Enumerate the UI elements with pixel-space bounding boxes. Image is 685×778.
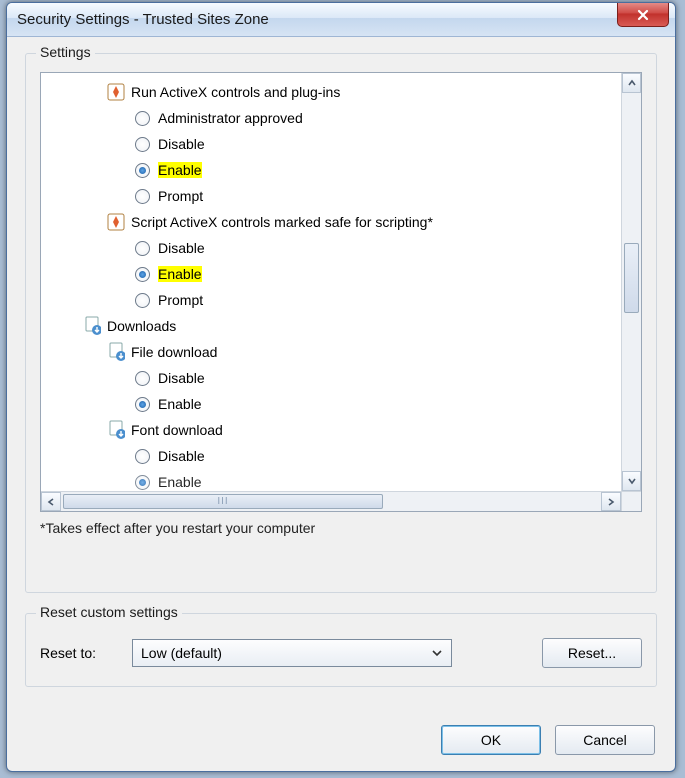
radio-icon-selected <box>135 163 150 178</box>
settings-tree-content: Run ActiveX controls and plug-ins Admini… <box>41 73 621 491</box>
option-label: Disable <box>158 240 205 256</box>
option-label: Administrator approved <box>158 110 303 126</box>
option-label: Enable <box>158 396 202 412</box>
radio-icon <box>135 371 150 386</box>
reset-group-legend: Reset custom settings <box>36 604 182 620</box>
radio-icon <box>135 449 150 464</box>
category-label: Script ActiveX controls marked safe for … <box>131 214 433 230</box>
option-script-activex-enable[interactable]: Enable <box>45 261 617 287</box>
option-label: Enable <box>158 162 202 178</box>
client-area: Settings Run ActiveX controls and plug-i… <box>7 37 675 771</box>
chevron-right-icon <box>606 497 616 507</box>
option-label: Disable <box>158 136 205 152</box>
button-label: Reset... <box>568 645 616 661</box>
option-script-activex-disable[interactable]: Disable <box>45 235 617 261</box>
scroll-thumb[interactable]: III <box>63 494 383 509</box>
option-font-download-disable[interactable]: Disable <box>45 443 617 469</box>
chevron-down-icon <box>431 647 443 659</box>
settings-group-legend: Settings <box>36 44 95 60</box>
dialog-buttons: OK Cancel <box>441 725 655 755</box>
option-label: Disable <box>158 370 205 386</box>
radio-icon <box>135 137 150 152</box>
download-icon <box>107 421 125 439</box>
category-downloads[interactable]: Downloads <box>45 313 617 339</box>
vertical-scrollbar[interactable] <box>621 73 641 491</box>
chevron-down-icon <box>627 476 637 486</box>
download-icon <box>107 343 125 361</box>
radio-icon-selected <box>135 267 150 282</box>
window-title: Security Settings - Trusted Sites Zone <box>17 11 269 28</box>
category-file-download[interactable]: File download <box>45 339 617 365</box>
radio-icon <box>135 241 150 256</box>
radio-icon <box>135 189 150 204</box>
option-run-activex-enable[interactable]: Enable <box>45 157 617 183</box>
activex-icon <box>107 213 125 231</box>
option-label: Prompt <box>158 188 203 204</box>
reset-to-label: Reset to: <box>40 645 120 661</box>
combo-value: Low (default) <box>141 645 222 661</box>
reset-button[interactable]: Reset... <box>542 638 642 668</box>
category-label: File download <box>131 344 217 360</box>
close-button[interactable] <box>617 3 669 27</box>
scroll-corner <box>621 491 641 511</box>
reset-level-combo[interactable]: Low (default) <box>132 639 452 667</box>
button-label: OK <box>481 732 501 748</box>
scroll-left-arrow[interactable] <box>41 492 61 511</box>
radio-icon-selected <box>135 397 150 412</box>
option-run-activex-prompt[interactable]: Prompt <box>45 183 617 209</box>
option-label: Disable <box>158 448 205 464</box>
scroll-thumb[interactable] <box>624 243 639 313</box>
restart-footnote: *Takes effect after you restart your com… <box>40 520 642 536</box>
option-run-activex-disable[interactable]: Disable <box>45 131 617 157</box>
button-label: Cancel <box>583 732 627 748</box>
activex-icon <box>107 83 125 101</box>
close-icon <box>636 8 650 22</box>
scroll-right-arrow[interactable] <box>601 492 621 511</box>
settings-group: Settings Run ActiveX controls and plug-i… <box>25 53 657 593</box>
option-script-activex-prompt[interactable]: Prompt <box>45 287 617 313</box>
radio-icon-selected <box>135 475 150 490</box>
ok-button[interactable]: OK <box>441 725 541 755</box>
option-file-download-disable[interactable]: Disable <box>45 365 617 391</box>
category-run-activex[interactable]: Run ActiveX controls and plug-ins <box>45 79 617 105</box>
category-label: Font download <box>131 422 223 438</box>
reset-group: Reset custom settings Reset to: Low (def… <box>25 613 657 687</box>
category-font-download[interactable]: Font download <box>45 417 617 443</box>
chevron-up-icon <box>627 78 637 88</box>
option-label: Prompt <box>158 292 203 308</box>
horizontal-scrollbar[interactable]: III <box>41 491 621 511</box>
scroll-track[interactable]: III <box>61 492 601 511</box>
option-label: Enable <box>158 474 202 490</box>
radio-icon <box>135 293 150 308</box>
scroll-down-arrow[interactable] <box>622 471 641 491</box>
category-label: Run ActiveX controls and plug-ins <box>131 84 340 100</box>
settings-tree: Run ActiveX controls and plug-ins Admini… <box>40 72 642 512</box>
download-icon <box>83 317 101 335</box>
chevron-left-icon <box>46 497 56 507</box>
option-label: Enable <box>158 266 202 282</box>
scroll-up-arrow[interactable] <box>622 73 641 93</box>
cancel-button[interactable]: Cancel <box>555 725 655 755</box>
security-settings-dialog: Security Settings - Trusted Sites Zone S… <box>6 2 676 772</box>
option-run-activex-admin[interactable]: Administrator approved <box>45 105 617 131</box>
titlebar[interactable]: Security Settings - Trusted Sites Zone <box>7 3 675 37</box>
option-file-download-enable[interactable]: Enable <box>45 391 617 417</box>
radio-icon <box>135 111 150 126</box>
scroll-track[interactable] <box>622 93 641 471</box>
category-label: Downloads <box>107 318 176 334</box>
category-script-activex[interactable]: Script ActiveX controls marked safe for … <box>45 209 617 235</box>
option-font-download-enable[interactable]: Enable <box>45 469 617 491</box>
